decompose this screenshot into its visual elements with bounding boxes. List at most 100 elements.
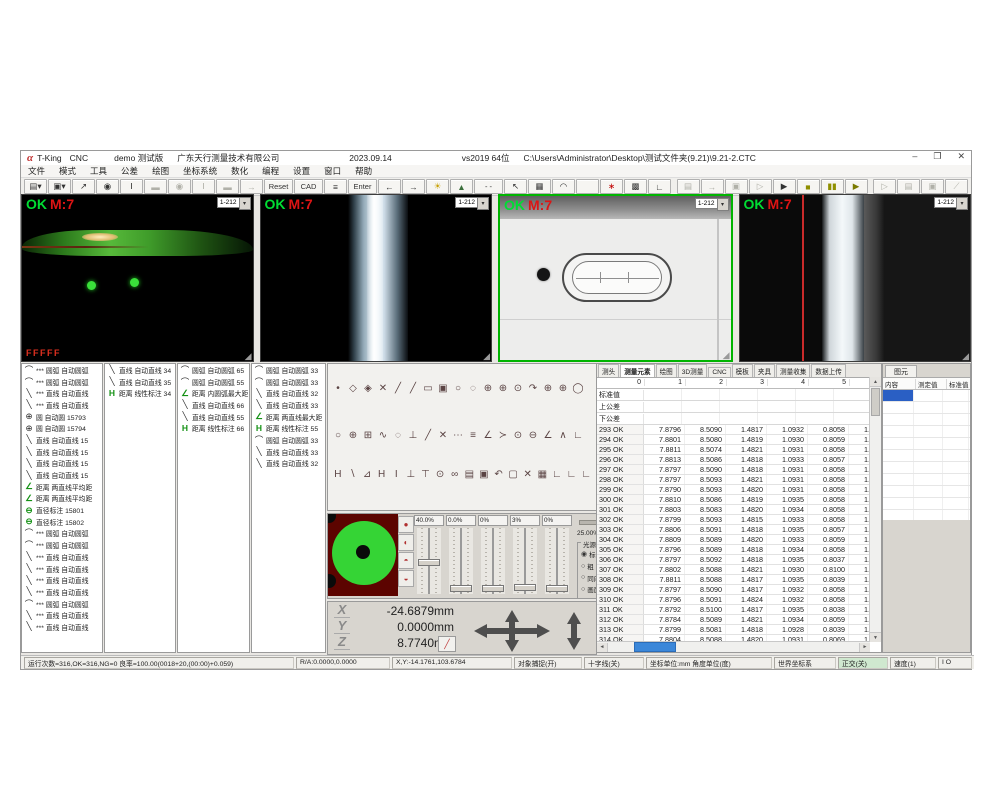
feature-row[interactable]: H距离 线性标注 34 [105,387,175,399]
diagonal-move-button[interactable]: ╱ [438,636,456,652]
auto-circle-tool-icon[interactable]: ⊕ [481,382,495,395]
resize-grip-icon[interactable]: ◢ [723,350,730,361]
ortho-toggle[interactable]: 正交(关) [838,657,888,669]
menu-item-编程[interactable]: 编程 [255,165,286,177]
element-row[interactable] [883,486,970,498]
tab-测头[interactable]: 测头 [598,364,619,377]
save2-button[interactable]: ▤ [897,179,920,194]
degree-tool-icon[interactable]: ⊙ [511,429,525,442]
feature-row[interactable]: ╲*** 直线 自动直线 [22,387,102,399]
angle-dim-tool-icon[interactable]: ⊿ [360,468,374,481]
parallel-lines-tool-icon[interactable]: ≡ [466,429,480,442]
select-rect-tool-icon[interactable]: ▢ [506,468,520,481]
camera-view-3[interactable]: OKM:7 1-212 ▾ ◢ [498,194,733,362]
tab-绘图[interactable]: 绘图 [656,364,677,377]
speed-readout[interactable]: 速度(1) [890,657,936,669]
chevron-down-icon[interactable]: ▾ [717,198,729,211]
element-tab[interactable]: 图元 [885,365,917,377]
area-tool-button[interactable]: ▬ [144,179,167,194]
point-tool-icon[interactable]: • [331,382,345,395]
element-row[interactable] [883,414,970,426]
menu-item-坐标系统[interactable]: 坐标系统 [176,165,224,177]
master-light-slider[interactable] [579,520,597,525]
diameter-tool-icon[interactable]: ⊖ [526,429,540,442]
parallel-line-tool-icon[interactable]: ╱ [421,429,435,442]
table-row[interactable]: 305 OK7.87968.50891.48181.09340.80581.09… [597,545,870,555]
camera-selector[interactable]: 1-212 [455,197,478,208]
maximize-button[interactable]: ❐ [933,151,941,162]
feature-row[interactable]: ╲直线 自动直线 15 [22,458,102,470]
plane-tool-icon[interactable]: ◇ [346,382,360,395]
stop-button[interactable]: ■ [797,179,820,194]
feature-row[interactable]: ╲*** 直线 自动直线 [22,551,102,563]
world-coord-toggle[interactable]: 世界坐标系 [774,657,836,669]
feature-row[interactable]: ⌒*** 圆弧 自动圆弧 [22,539,102,551]
resize-grip-icon[interactable]: ◢ [962,351,969,362]
element-row[interactable] [883,498,970,510]
feature-row[interactable]: ╲直线 自动直线 15 [22,434,102,446]
z-jog-control[interactable] [566,612,582,650]
prev-button[interactable]: ← [378,179,401,194]
save-result-button[interactable]: ▤ [677,179,700,194]
table-row[interactable]: 293 OK7.87968.50901.48171.09320.80581.09… [597,425,870,435]
fixed-row[interactable]: 上公差 [597,401,870,413]
circle-tool-icon[interactable]: ○ [451,382,465,395]
ring-all-button[interactable]: ● [398,516,414,533]
menu-item-设置[interactable]: 设置 [286,165,317,177]
arc-tool-icon[interactable]: ↷ [526,382,540,395]
datum3-tool-icon[interactable]: ∟ [579,468,593,481]
menu-item-绘图[interactable]: 绘图 [145,165,176,177]
angle2-tool-icon[interactable]: ∧ [556,429,570,442]
menu-item-模式[interactable]: 模式 [52,165,83,177]
scroll-right-icon[interactable]: ► [859,643,870,652]
perpendicular-tool-icon[interactable]: ⊥ [406,429,420,442]
results-hscrollbar[interactable]: ◄ ► [597,641,870,652]
feature-row[interactable]: ╲*** 直线 自动直线 [22,621,102,633]
scroll-left-icon[interactable]: ◄ [597,643,608,652]
probe-down-button[interactable]: ◉ [168,179,191,194]
feature-row[interactable]: ╲直线 自动直线 35 [105,376,175,388]
select-button[interactable]: ↖ [504,179,527,194]
feature-row[interactable]: ⌒圆弧 自动圆弧 33 [252,364,325,376]
fixed-row[interactable]: 下公差 [597,413,870,425]
angle-tool-icon[interactable]: ∠ [541,429,555,442]
tool-setup-button[interactable]: ⟋ [945,179,968,194]
feature-row[interactable]: ╲*** 直线 自动直线 [22,586,102,598]
open2-button[interactable]: ▣ [921,179,944,194]
matrix-code-button[interactable]: ▩ [624,179,647,194]
table-row[interactable]: 313 OK7.87998.50811.48181.09280.80391.09… [597,625,870,635]
open-angle-tool-icon[interactable]: ≻ [496,429,510,442]
play2-button[interactable]: ▷ [873,179,896,194]
scrollbar-thumb[interactable] [871,388,880,416]
ellipse-tool-icon[interactable]: ◯ [571,382,585,395]
feature-row[interactable]: ∠距离 两直线平均距 [22,493,102,505]
jog-down-icon[interactable] [505,640,519,652]
feature-row[interactable]: ╲直线 自动直线 15 [22,446,102,458]
slider-thumb[interactable] [450,585,472,592]
run-program-button[interactable]: ▶ [845,179,868,194]
table-row[interactable]: 301 OK7.88038.50831.48201.09340.80581.09… [597,505,870,515]
chevron-down-icon[interactable]: ▾ [239,197,251,210]
camera-selector[interactable]: 1-212 [934,197,957,208]
feature-row[interactable]: ⌒*** 圆弧 自动圆弧 [22,376,102,388]
auto-plane-tool-icon[interactable]: ◈ [361,382,375,395]
cross-tool-icon[interactable]: ✕ [376,382,390,395]
ring-top-button[interactable]: ◓ [398,552,414,569]
tab-数据上传[interactable]: 数据上传 [811,364,845,377]
undo-tool-icon[interactable]: ↶ [492,468,506,481]
wave-tool-icon[interactable]: ∿ [376,429,390,442]
feature-row[interactable]: ∠距离 两直线平均距 [22,481,102,493]
auto-line-tool-icon[interactable]: ╱ [406,382,420,395]
title-bar[interactable]: α T-King CNC demo 测试版 广东天行测量技术有限公司 2023.… [21,151,971,165]
feature-row[interactable]: ╲直线 自动直线 33 [252,399,325,411]
single-step-button[interactable]: → [701,179,724,194]
save-menu-button[interactable]: ▤▾ [24,179,47,194]
radio-标准[interactable]: ◉标准 [581,549,597,559]
feature-row[interactable]: ⌒圆弧 自动圆弧 33 [252,376,325,388]
delete-tool-icon[interactable]: ✕ [521,468,535,481]
move-stage-button[interactable]: ↗ [72,179,95,194]
vertical-dim-tool-icon[interactable]: Ι [389,468,403,481]
results-vscrollbar[interactable]: ▲ ▼ [869,377,881,642]
crosshair-toggle[interactable]: 十字线(关) [584,657,644,669]
menu-item-帮助[interactable]: 帮助 [348,165,379,177]
